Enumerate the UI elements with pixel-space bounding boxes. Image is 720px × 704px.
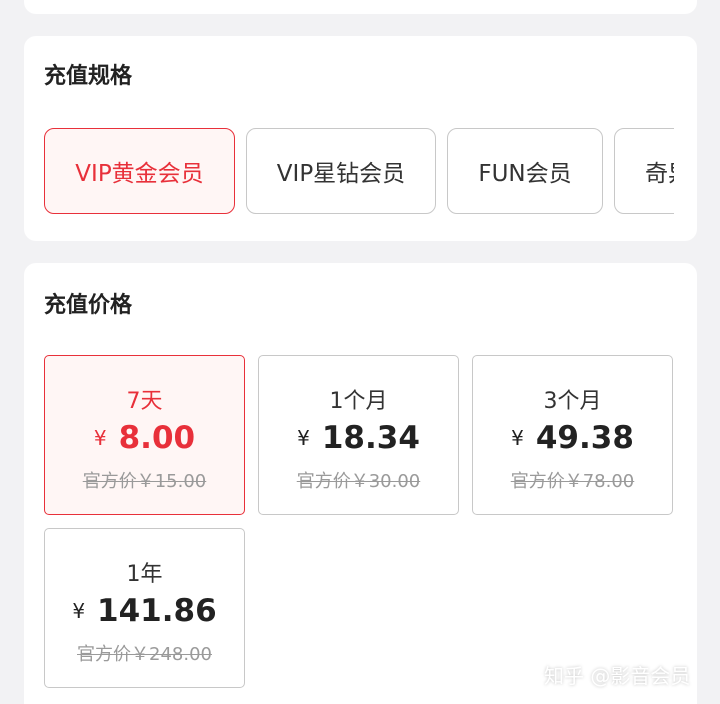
zhihu-watermark: 知乎 @影音会员 [544, 664, 691, 688]
recharge-price-section: 充值价格 7天 ¥8.00 官方价￥15.00 1个月 ¥18.34 官方价￥3… [24, 263, 697, 704]
spec-option-fun[interactable]: FUN会员 [447, 128, 603, 214]
official-price: 官方价￥30.00 [296, 471, 421, 492]
previous-section-card [24, 0, 697, 14]
currency-symbol: ¥ [511, 426, 524, 450]
price-option-duration: 1年 [126, 562, 163, 587]
price-option-1-year[interactable]: 1年 ¥141.86 官方价￥248.00 [44, 528, 245, 688]
official-price: 官方价￥248.00 [77, 644, 212, 665]
spec-option-label: VIP黄金会员 [75, 161, 204, 187]
price-option-price: ¥18.34 [259, 420, 458, 456]
price-option-price: ¥49.38 [473, 420, 672, 456]
spec-option-label: VIP星钻会员 [276, 161, 406, 187]
price-option-7-days[interactable]: 7天 ¥8.00 官方价￥15.00 [44, 355, 245, 515]
currency-symbol: ¥ [297, 426, 310, 450]
official-price: 官方价￥15.00 [82, 471, 207, 492]
price-option-price: ¥141.86 [45, 593, 244, 629]
price-amount: 141.86 [97, 593, 217, 629]
price-option-price: ¥8.00 [45, 420, 244, 456]
spec-section-title: 充值规格 [44, 64, 133, 89]
spec-option-kiwi[interactable]: 奇异果 [614, 128, 674, 214]
price-option-1-month[interactable]: 1个月 ¥18.34 官方价￥30.00 [258, 355, 459, 515]
currency-symbol: ¥ [72, 599, 86, 623]
currency-symbol: ¥ [93, 426, 107, 450]
price-option-duration: 1个月 [329, 389, 388, 414]
spec-option-label: 奇异果 [645, 161, 674, 187]
recharge-spec-section: 充值规格 VIP黄金会员 VIP星钻会员 FUN会员 奇异果 [24, 36, 697, 241]
official-price: 官方价￥78.00 [510, 471, 635, 492]
price-amount: 8.00 [118, 420, 196, 456]
spec-option-vip-star-diamond[interactable]: VIP星钻会员 [246, 128, 436, 214]
price-amount: 49.38 [535, 420, 634, 456]
spec-option-vip-gold[interactable]: VIP黄金会员 [44, 128, 235, 214]
price-section-title: 充值价格 [44, 293, 133, 318]
price-option-3-months[interactable]: 3个月 ¥49.38 官方价￥78.00 [472, 355, 673, 515]
price-amount: 18.34 [321, 420, 420, 456]
spec-options-scroller[interactable]: VIP黄金会员 VIP星钻会员 FUN会员 奇异果 [44, 127, 674, 215]
price-option-duration: 7天 [126, 389, 163, 414]
price-option-duration: 3个月 [543, 389, 602, 414]
spec-option-label: FUN会员 [478, 161, 572, 187]
